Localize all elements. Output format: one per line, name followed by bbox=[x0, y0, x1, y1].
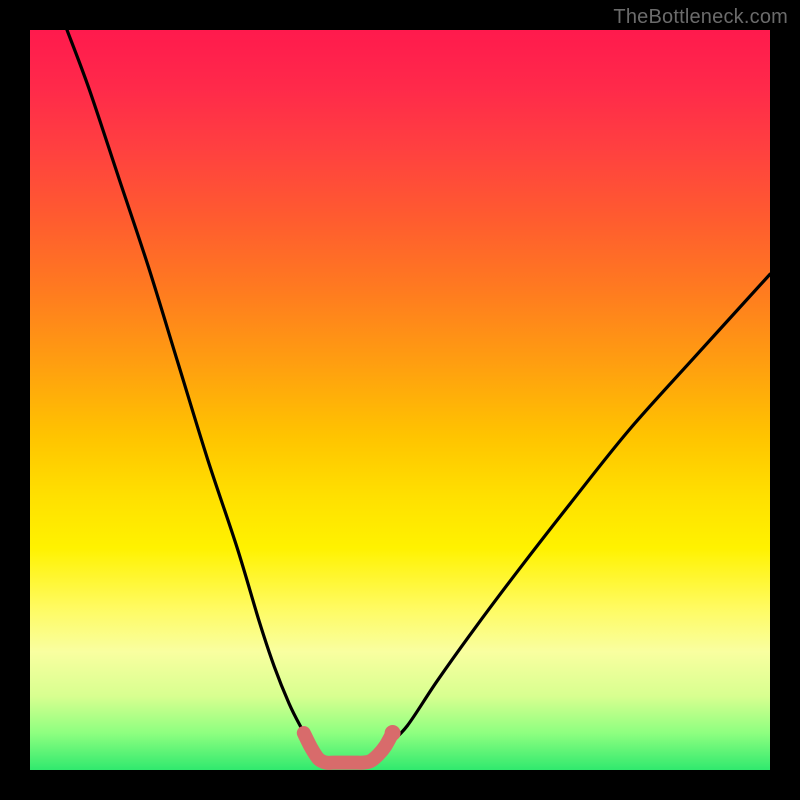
watermark-text: TheBottleneck.com bbox=[613, 6, 788, 29]
left-curve bbox=[67, 30, 319, 755]
plot-area bbox=[30, 30, 770, 770]
right-curve bbox=[378, 274, 770, 755]
valley-marker bbox=[304, 733, 393, 763]
chart-frame: TheBottleneck.com bbox=[0, 0, 800, 800]
curve-svg bbox=[30, 30, 770, 770]
valley-dot bbox=[385, 725, 401, 741]
